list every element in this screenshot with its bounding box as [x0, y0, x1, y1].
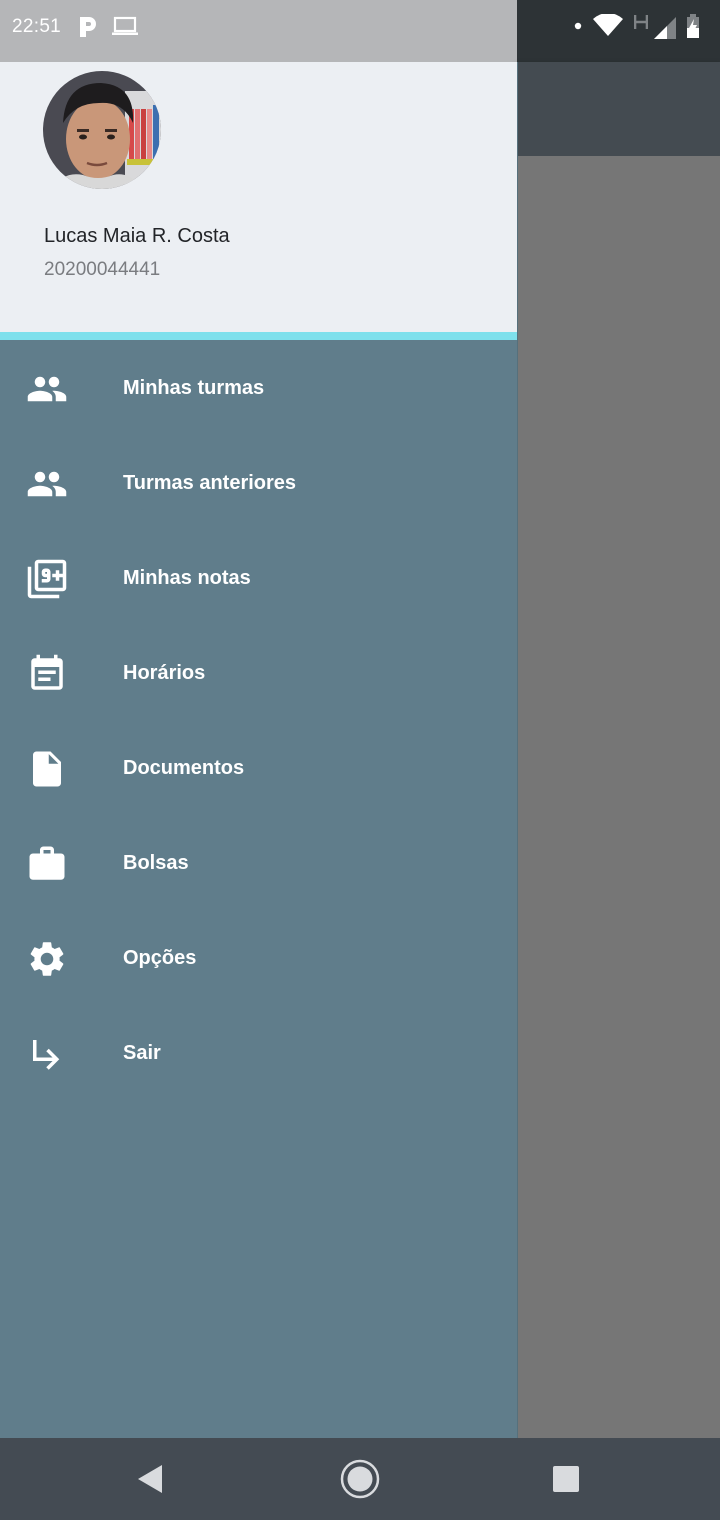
p-notification-icon	[80, 17, 96, 37]
user-name: Lucas Maia R. Costa	[44, 225, 230, 247]
navigation-drawer: Lucas Maia R. Costa 20200044441 Minhas t…	[0, 62, 518, 1438]
laptop-icon	[112, 16, 138, 35]
menu-item-label: Minhas notas	[123, 567, 251, 589]
menu-item-bolsas[interactable]: Bolsas	[0, 815, 517, 910]
header-accent-divider	[0, 332, 517, 340]
menu-item-opcoes[interactable]: Opções	[0, 910, 517, 1005]
home-icon[interactable]	[340, 1459, 380, 1499]
drawer-header: Lucas Maia R. Costa 20200044441	[0, 62, 517, 332]
menu-item-label: Bolsas	[123, 852, 189, 874]
back-icon[interactable]	[136, 1464, 164, 1494]
status-bar-right	[517, 0, 720, 62]
exit-arrow-icon	[26, 1033, 68, 1075]
signal-icon	[654, 17, 676, 39]
scrim-overlay[interactable]	[517, 156, 720, 1438]
app-bar	[517, 62, 720, 156]
menu-item-turmas-anteriores[interactable]: Turmas anteriores	[0, 435, 517, 530]
user-id: 20200044441	[44, 259, 161, 280]
menu-item-label: Minhas turmas	[123, 377, 265, 399]
menu-item-minhas-turmas[interactable]: Minhas turmas	[0, 340, 517, 435]
dot-icon	[574, 22, 582, 30]
document-icon	[26, 748, 68, 790]
menu-item-label: Opções	[123, 947, 197, 969]
menu-item-horarios[interactable]: Horários	[0, 625, 517, 720]
group-icon	[26, 368, 68, 410]
system-nav-bar	[0, 1438, 720, 1520]
menu-item-label: Horários	[123, 662, 206, 684]
recents-icon[interactable]	[553, 1466, 579, 1492]
wifi-icon	[593, 14, 623, 36]
menu-item-label: Turmas anteriores	[123, 472, 297, 494]
drawer-menu: Minhas turmas Turmas anteriores Minhas n…	[0, 340, 517, 1100]
calendar-note-icon	[26, 653, 68, 695]
menu-item-label: Sair	[123, 1042, 161, 1064]
gear-icon	[26, 938, 68, 980]
status-time: 22:51	[12, 16, 62, 37]
filter-9-plus-icon	[26, 558, 68, 600]
group-icon	[26, 463, 68, 505]
menu-item-sair[interactable]: Sair	[0, 1005, 517, 1100]
briefcase-icon	[26, 843, 68, 885]
battery-charging-icon	[687, 14, 699, 38]
menu-item-label: Documentos	[123, 757, 245, 779]
avatar[interactable]	[43, 71, 161, 189]
h-network-icon	[634, 15, 648, 29]
status-bar: 22:51	[0, 0, 517, 62]
menu-item-documentos[interactable]: Documentos	[0, 720, 517, 815]
menu-item-minhas-notas[interactable]: Minhas notas	[0, 530, 517, 625]
